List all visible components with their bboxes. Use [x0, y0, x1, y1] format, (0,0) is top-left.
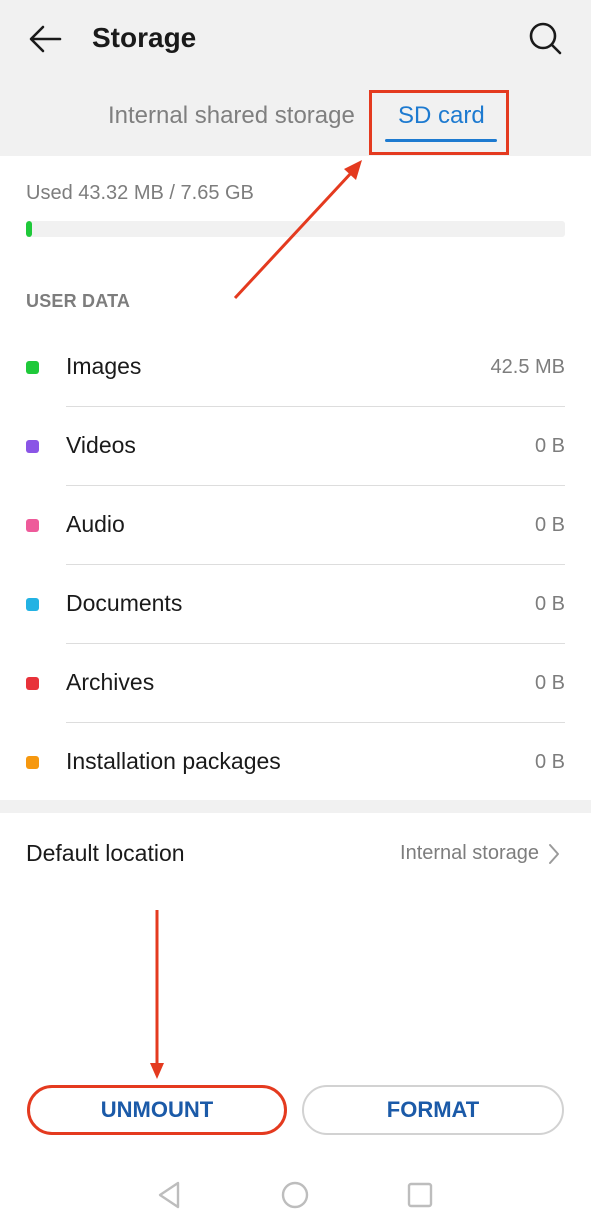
- unmount-button[interactable]: UNMOUNT: [27, 1085, 287, 1135]
- format-button[interactable]: FORMAT: [302, 1085, 564, 1135]
- item-size: 0 B: [534, 514, 565, 536]
- item-size: 0 B: [534, 435, 565, 457]
- annotation-arrowhead-tab: [344, 160, 362, 180]
- color-dot-icon: [26, 440, 39, 453]
- page-title: Storage: [92, 22, 197, 53]
- nav-recent-button[interactable]: [404, 1179, 436, 1211]
- chevron-right-icon: [549, 844, 559, 864]
- search-icon: [529, 22, 562, 55]
- list-item-documents[interactable]: Documents 0 B: [0, 565, 591, 644]
- nav-home-button[interactable]: [279, 1179, 311, 1211]
- item-label: Installation packages: [66, 748, 281, 774]
- user-data-list: Images 42.5 MB Videos 0 B Audio 0 B Docu…: [0, 328, 591, 802]
- arrow-left-icon: [29, 25, 62, 53]
- item-size: 42.5 MB: [490, 356, 565, 378]
- color-dot-icon: [26, 598, 39, 611]
- color-dot-icon: [26, 361, 39, 374]
- item-size: 0 B: [534, 593, 565, 615]
- annotation-highlight-sd-card: [369, 90, 509, 155]
- tab-internal-shared-storage[interactable]: Internal shared storage: [108, 102, 355, 130]
- storage-used-text: Used 43.32 MB / 7.65 GB: [26, 182, 254, 204]
- nav-home-icon: [281, 1181, 309, 1209]
- default-location-value: Internal storage: [400, 842, 539, 864]
- section-label-user-data: USER DATA: [26, 291, 131, 311]
- item-label: Documents: [66, 590, 183, 616]
- list-item-installation-packages[interactable]: Installation packages 0 B: [0, 723, 591, 802]
- nav-back-icon: [158, 1181, 180, 1209]
- section-separator: [0, 800, 591, 813]
- nav-back-button[interactable]: [154, 1179, 186, 1211]
- item-size: 0 B: [534, 672, 565, 694]
- list-item-videos[interactable]: Videos 0 B: [0, 407, 591, 486]
- system-navigation-bar: [0, 1165, 591, 1229]
- color-dot-icon: [26, 677, 39, 690]
- default-location-label: Default location: [26, 840, 185, 866]
- list-item-images[interactable]: Images 42.5 MB: [0, 328, 591, 407]
- item-label: Archives: [66, 669, 155, 695]
- search-button[interactable]: [524, 18, 566, 60]
- default-location-row[interactable]: Default location Internal storage: [0, 813, 591, 893]
- color-dot-icon: [26, 756, 39, 769]
- nav-recent-icon: [407, 1182, 433, 1208]
- annotation-arrowhead-unmount: [150, 1063, 164, 1079]
- item-size: 0 B: [534, 751, 565, 773]
- item-label: Audio: [66, 511, 125, 537]
- item-label: Videos: [66, 432, 136, 458]
- item-label: Images: [66, 353, 142, 379]
- storage-progress-fill: [26, 221, 32, 237]
- list-item-archives[interactable]: Archives 0 B: [0, 644, 591, 723]
- color-dot-icon: [26, 519, 39, 532]
- back-button[interactable]: [24, 20, 66, 58]
- list-item-audio[interactable]: Audio 0 B: [0, 486, 591, 565]
- storage-progress-bar: [26, 221, 565, 237]
